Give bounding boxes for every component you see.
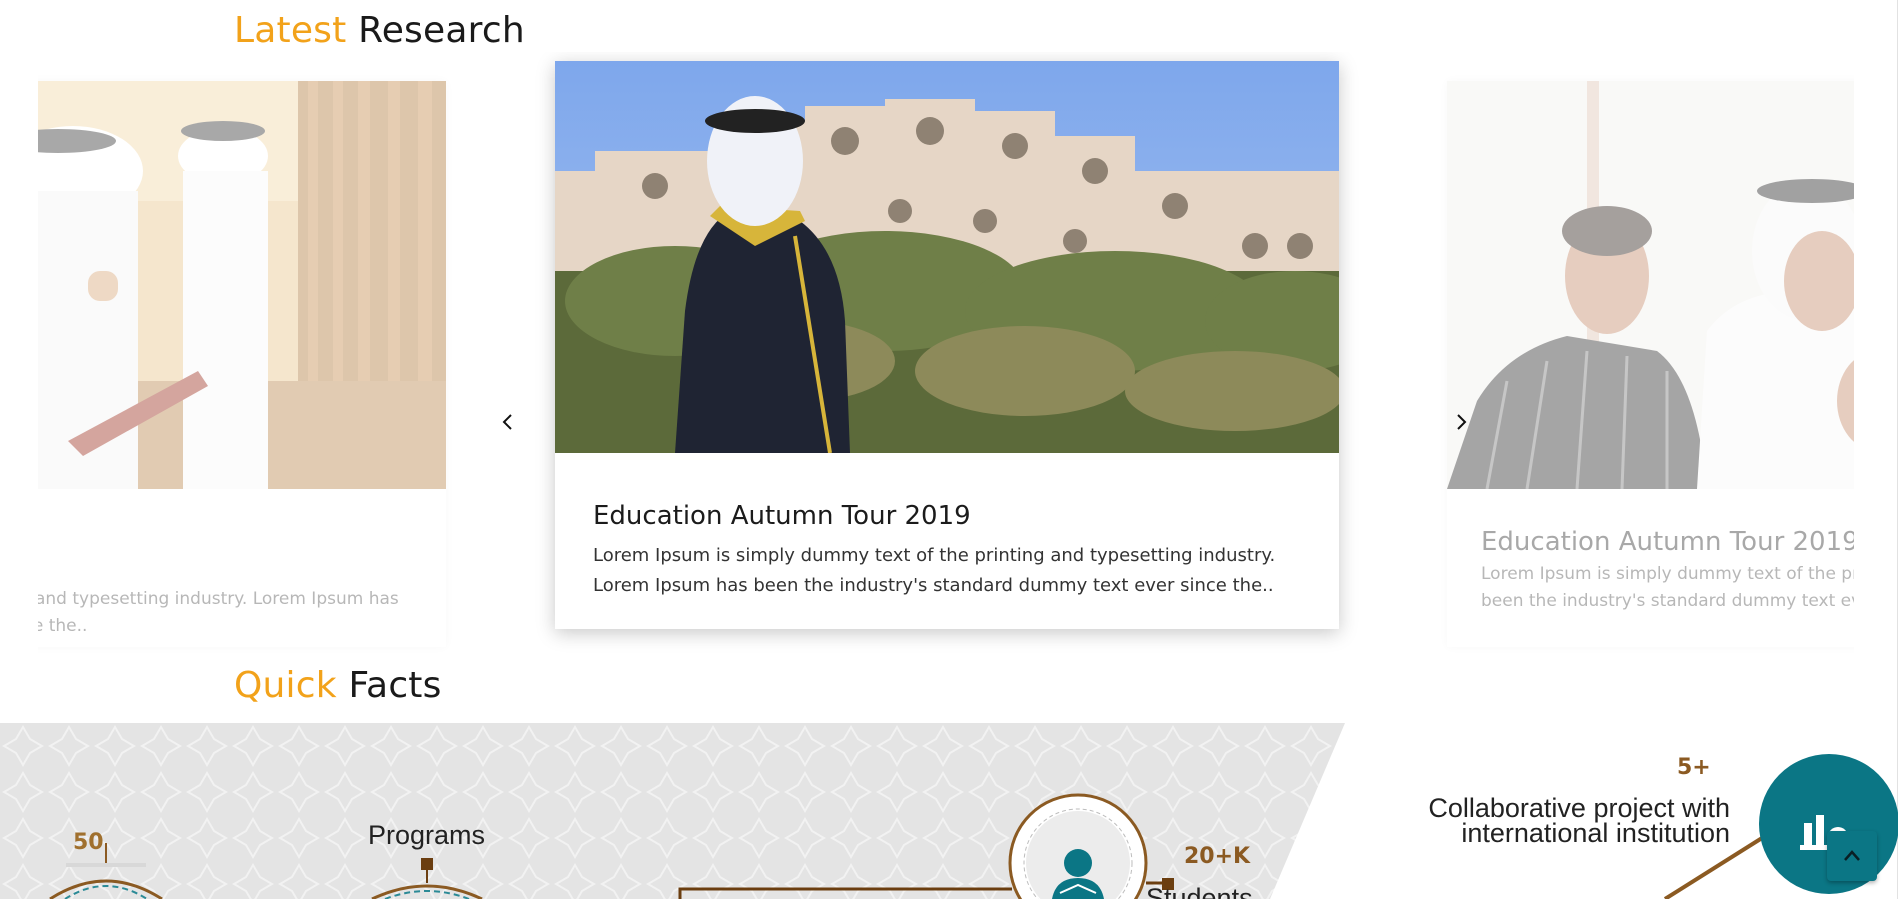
card-title[interactable]: Education Autumn Tour 2019 [1481,527,1854,557]
fact-label: Programs [368,820,486,850]
library-photo [38,81,446,489]
excerpt-line: ng and typesetting industry. Lorem Ipsum… [38,589,399,609]
fact-value: 5+ [1677,755,1711,780]
heading-word: Research [358,10,525,51]
card-title[interactable]: Education Autumn Tour 2019 [593,501,971,531]
heading-accent-word: Latest [234,10,347,51]
excerpt-line: been the industry's standard dummy text … [1481,591,1854,611]
latest-research-heading: Latest Research [234,10,525,51]
research-card-previous[interactable]: ng and typesetting industry. Lorem Ipsum… [38,81,446,647]
carousel-next-button[interactable] [1447,408,1475,436]
quick-facts-infographic: 50 Programs 20+K Students 5+ Collaborati… [0,723,1898,899]
research-carousel: ng and typesetting industry. Lorem Ipsum… [38,52,1854,662]
excerpt-line: Lorem Ipsum is simply dummy text of the … [593,545,1276,566]
card-excerpt: Lorem Ipsum is simply dummy text of the … [1481,561,1854,615]
campus-photo [555,61,1339,453]
chevron-right-icon [1457,414,1467,430]
quick-facts-heading: Quick Facts [234,665,442,706]
heading-word: Facts [348,665,442,706]
fact-value: 20+K [1184,844,1251,869]
fact-value: 50 [73,830,104,855]
card-excerpt: Lorem Ipsum is simply dummy text of the … [593,541,1275,601]
chevron-up-icon [1844,850,1860,861]
card-excerpt: ng and typesetting industry. Lorem Ipsum… [38,586,399,640]
chevron-left-icon [502,414,512,430]
research-card-current[interactable]: Education Autumn Tour 2019 Lorem Ipsum i… [555,61,1339,629]
research-card-next[interactable]: Education Autumn Tour 2019 Lorem Ipsum i… [1447,81,1854,647]
fact-label-line: international institution [1461,818,1730,848]
carousel-prev-button[interactable] [494,408,522,436]
students-photo [1447,81,1854,489]
excerpt-line: ince the.. [38,616,88,636]
excerpt-line: Lorem Ipsum is simply dummy text of the … [1481,564,1854,584]
back-to-top-button[interactable] [1827,831,1877,881]
excerpt-line: Lorem Ipsum has been the industry's stan… [593,575,1274,596]
fact-label: Collaborative project with international… [1420,795,1730,848]
heading-accent-word: Quick [234,665,337,706]
fact-label: Students [1146,883,1253,899]
